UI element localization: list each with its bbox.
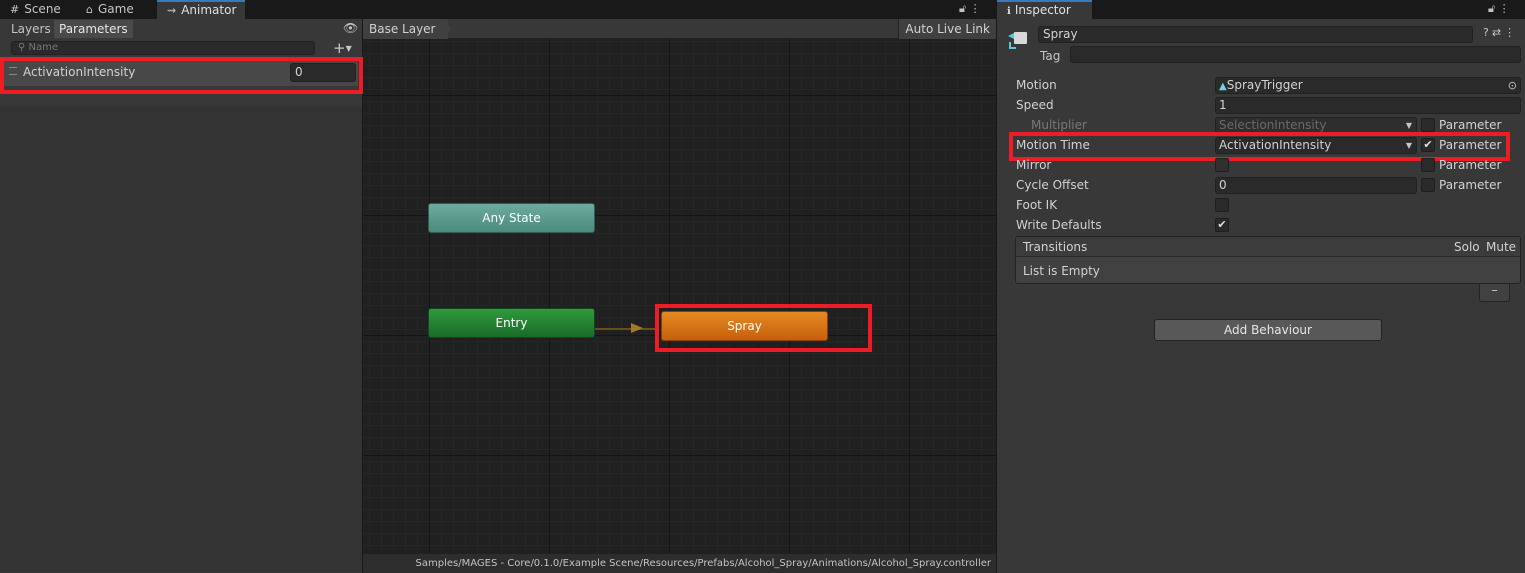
any-state-node[interactable]: Any State: [428, 203, 595, 233]
tag-label: Tag: [1040, 49, 1061, 63]
solo-column-label: Solo: [1454, 240, 1480, 254]
animator-state-icon: [1008, 32, 1027, 49]
motion-time-highlight-box: [1009, 132, 1510, 161]
tab-scene-label: Scene: [24, 2, 61, 16]
cycle-offset-field[interactable]: 0: [1215, 177, 1417, 194]
foot-ik-checkbox[interactable]: [1215, 198, 1229, 212]
foot-ik-label: Foot IK: [1016, 198, 1058, 212]
inspector-header-icons: ?⇄⋮: [1483, 26, 1518, 39]
animator-icon: ⇝: [167, 4, 177, 17]
remove-transition-button[interactable]: –: [1479, 284, 1510, 302]
transitions-title: Transitions: [1023, 240, 1088, 254]
motion-label: Motion: [1016, 78, 1057, 92]
mirror-label: Mirror: [1016, 158, 1052, 172]
grid-icon: #: [10, 3, 20, 16]
left-tab-bar: # Scene ⌂ Game ⇝ Animator 🔓︎ ⋮: [0, 0, 996, 19]
speed-field[interactable]: 1: [1215, 97, 1521, 114]
help-icon[interactable]: ?: [1483, 26, 1492, 39]
add-behaviour-button[interactable]: Add Behaviour: [1154, 319, 1382, 341]
tab-inspector[interactable]: ℹ Inspector: [997, 0, 1092, 19]
search-icon: ⚲: [18, 42, 26, 53]
write-defaults-label: Write Defaults: [1016, 218, 1102, 232]
mirror-checkbox[interactable]: [1215, 158, 1229, 172]
lock-icon[interactable]: 🔓︎: [959, 2, 966, 15]
parameter-highlight-box: [0, 57, 363, 94]
kebab-menu-icon[interactable]: ⋮: [970, 2, 981, 15]
chevron-down-icon: ▼: [345, 44, 352, 53]
transition-arrow-icon: [631, 323, 643, 333]
parameter-search-input[interactable]: ⚲ Name: [11, 41, 315, 55]
inspector-window: ℹ Inspector 🔓︎ ⋮ Spray ?⇄⋮ Tag Motion ▲Sp…: [997, 0, 1525, 573]
kebab-menu-icon[interactable]: ⋮: [1504, 26, 1518, 39]
speed-label: Speed: [1016, 98, 1054, 112]
chevron-down-icon: ▼: [1405, 121, 1412, 130]
tab-parameters[interactable]: Parameters: [54, 20, 133, 38]
tab-inspector-label: Inspector: [1014, 3, 1071, 17]
multiplier-parameter-checkbox[interactable]: [1421, 118, 1435, 132]
motion-value: SprayTrigger: [1226, 78, 1303, 92]
tag-field[interactable]: [1070, 46, 1521, 63]
search-placeholder: Name: [28, 42, 59, 53]
animator-window: # Scene ⌂ Game ⇝ Animator 🔓︎ ⋮ Layers Param…: [0, 0, 996, 573]
tab-game[interactable]: ⌂ Game: [76, 0, 156, 19]
inspector-window-buttons: 🔓︎ ⋮: [1488, 2, 1510, 16]
cycle-offset-parameter-label: Parameter: [1439, 178, 1502, 192]
entry-node[interactable]: Entry: [428, 308, 595, 338]
controller-path: Samples/MAGES - Core/0.1.0/Example Scene…: [363, 553, 996, 573]
write-defaults-checkbox[interactable]: ✔: [1215, 218, 1229, 232]
animation-clip-icon: ▲: [1219, 81, 1227, 92]
multiplier-value: SelectionIntensity: [1219, 118, 1327, 132]
transitions-header: Transitions Solo Mute: [1016, 237, 1520, 257]
inspector-tab-bar: ℹ Inspector 🔓︎ ⋮: [997, 0, 1525, 19]
cycle-offset-label: Cycle Offset: [1016, 178, 1089, 192]
object-picker-icon[interactable]: ⊙: [1508, 78, 1517, 93]
add-parameter-button[interactable]: +▼: [333, 39, 352, 57]
state-machine-graph[interactable]: Base Layer Auto Live Link Any State Entr…: [363, 19, 996, 573]
multiplier-label: Multiplier: [1031, 118, 1087, 132]
parameters-list-area: [0, 106, 362, 572]
preset-icon[interactable]: ⇄: [1492, 26, 1504, 39]
transitions-list: Transitions Solo Mute List is Empty: [1015, 236, 1521, 284]
auto-live-link-button[interactable]: Auto Live Link: [898, 19, 996, 39]
multiplier-parameter-label: Parameter: [1439, 118, 1502, 132]
tab-animator[interactable]: ⇝ Animator: [157, 0, 245, 19]
info-icon: ℹ: [1007, 6, 1011, 17]
tab-game-label: Game: [97, 2, 134, 16]
breadcrumb[interactable]: Base Layer: [363, 19, 448, 39]
tab-scene[interactable]: # Scene: [0, 0, 72, 19]
cycle-offset-parameter-checkbox[interactable]: [1421, 178, 1435, 192]
state-name-field[interactable]: Spray: [1038, 26, 1473, 43]
tab-animator-label: Animator: [181, 3, 237, 17]
kebab-menu-icon[interactable]: ⋮: [1499, 2, 1510, 15]
gamepad-icon: ⌂: [86, 3, 93, 16]
list-empty-label: List is Empty: [1023, 264, 1100, 278]
transition-line[interactable]: [595, 328, 655, 330]
graph-header: Base Layer Auto Live Link: [363, 19, 996, 39]
parameters-panel: Layers Parameters 👁︎ ⚲ Name +▼ Activatio…: [0, 19, 363, 573]
spray-highlight-box: [655, 304, 872, 352]
mirror-parameter-checkbox[interactable]: [1421, 158, 1435, 172]
window-buttons: 🔓︎ ⋮: [959, 2, 981, 16]
mute-column-label: Mute: [1486, 240, 1517, 254]
eye-icon[interactable]: 👁︎: [343, 21, 358, 35]
lock-icon[interactable]: 🔓︎: [1488, 2, 1495, 15]
tab-layers[interactable]: Layers: [6, 20, 56, 38]
motion-field[interactable]: ▲SprayTrigger ⊙: [1215, 77, 1521, 94]
mirror-parameter-label: Parameter: [1439, 158, 1502, 172]
breadcrumb-arrow: [443, 19, 451, 39]
